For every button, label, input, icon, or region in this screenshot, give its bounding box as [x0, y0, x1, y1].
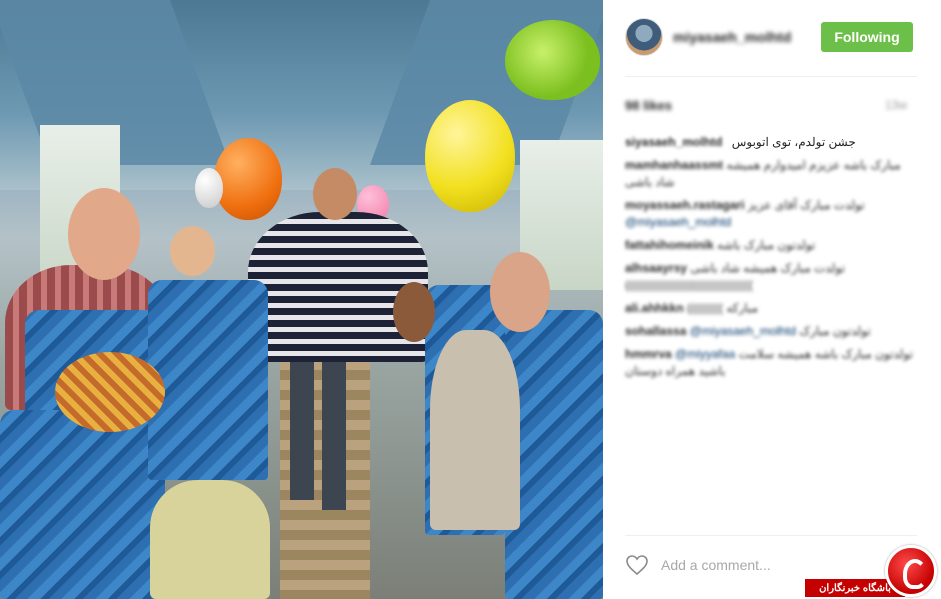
- comment-username[interactable]: moyassaeh.rastagari: [625, 198, 744, 212]
- caption: siyasaeh_molhtd جشن تولدم، توی اتوبوس: [625, 134, 917, 151]
- person-seated: [150, 480, 270, 599]
- comment-text: تولدت مبارک آقای عزیز: [747, 198, 865, 212]
- comment-item: hmmrva @miyyafaa تولدتون مبارک باشه همیش…: [625, 346, 917, 380]
- username-link[interactable]: miyasaeh_molhtd: [673, 29, 791, 45]
- person-head: [170, 226, 215, 276]
- yellow-balloon: [425, 100, 515, 212]
- avatar[interactable]: [625, 18, 663, 56]
- comment-item: moyassaeh.rastagari تولدت مبارک آقای عزی…: [625, 197, 917, 231]
- comment-item: mamhanhaassmt مبارک باشه عزیزم امیدوارم …: [625, 157, 917, 191]
- divider: [625, 535, 917, 536]
- add-comment-input[interactable]: [661, 554, 841, 576]
- post-header: miyasaeh_molhtd Following: [625, 18, 917, 58]
- caption-username[interactable]: siyasaeh_molhtd: [625, 135, 722, 149]
- following-button[interactable]: Following: [821, 22, 913, 52]
- person-head: [313, 168, 357, 220]
- bus-seat: [148, 280, 268, 480]
- post-time[interactable]: 13w: [885, 98, 907, 112]
- comment-item: ali.ahhkkn ((((((((( مبارکه: [625, 300, 917, 317]
- divider: [625, 76, 917, 77]
- post-photo: [0, 0, 603, 599]
- comment-username[interactable]: ali.ahhkkn: [625, 301, 684, 315]
- person-head: [490, 252, 550, 332]
- comment-mention[interactable]: @miyasaeh_molhtd: [690, 324, 796, 338]
- comment-item: sohallassa @miyasaeh_molhtd تولدتون مبار…: [625, 323, 917, 340]
- add-comment-row: [625, 552, 917, 580]
- comment-username[interactable]: mamhanhaassmt: [625, 158, 723, 172]
- person-legs: [290, 350, 314, 500]
- comment-username[interactable]: hmmrva: [625, 347, 672, 361]
- comment-mention[interactable]: @miyasaeh_molhtd: [625, 215, 731, 229]
- comment-username[interactable]: alhsaayrsy: [625, 261, 687, 275]
- white-balloon: [195, 168, 223, 208]
- comments-list: siyasaeh_molhtd جشن تولدم، توی اتوبوس ma…: [625, 134, 917, 386]
- person-seated: [430, 330, 520, 530]
- caption-text: جشن تولدم، توی اتوبوس: [731, 135, 856, 149]
- comment-username[interactable]: fattahihomeinik: [625, 238, 714, 252]
- green-balloon: [505, 20, 600, 100]
- person-head: [55, 352, 165, 432]
- likes-count[interactable]: 98 likes: [625, 98, 672, 113]
- comment-item: fattahihomeinik تولدتون مبارک باشه: [625, 237, 917, 254]
- post-sidebar: miyasaeh_molhtd Following 98 likes 13w s…: [603, 0, 941, 599]
- comment-username[interactable]: sohallassa: [625, 324, 686, 338]
- person-legs: [322, 350, 346, 510]
- comment-text: تولدتون مبارک: [799, 324, 871, 338]
- orange-balloon: [214, 138, 282, 220]
- comment-item: alhsaayrsy تولدت مبارک همیشه شاد باشی ((…: [625, 260, 917, 294]
- comment-text: تولدتون مبارک باشه: [717, 238, 816, 252]
- person-head: [68, 188, 140, 280]
- heart-icon[interactable]: [625, 554, 649, 576]
- watermark-logo: [885, 545, 937, 597]
- person-head: [393, 282, 435, 342]
- comment-text: ((((((((( مبارکه: [687, 301, 758, 315]
- comment-mention[interactable]: @miyyafaa: [675, 347, 735, 361]
- bus-seat: [0, 410, 165, 599]
